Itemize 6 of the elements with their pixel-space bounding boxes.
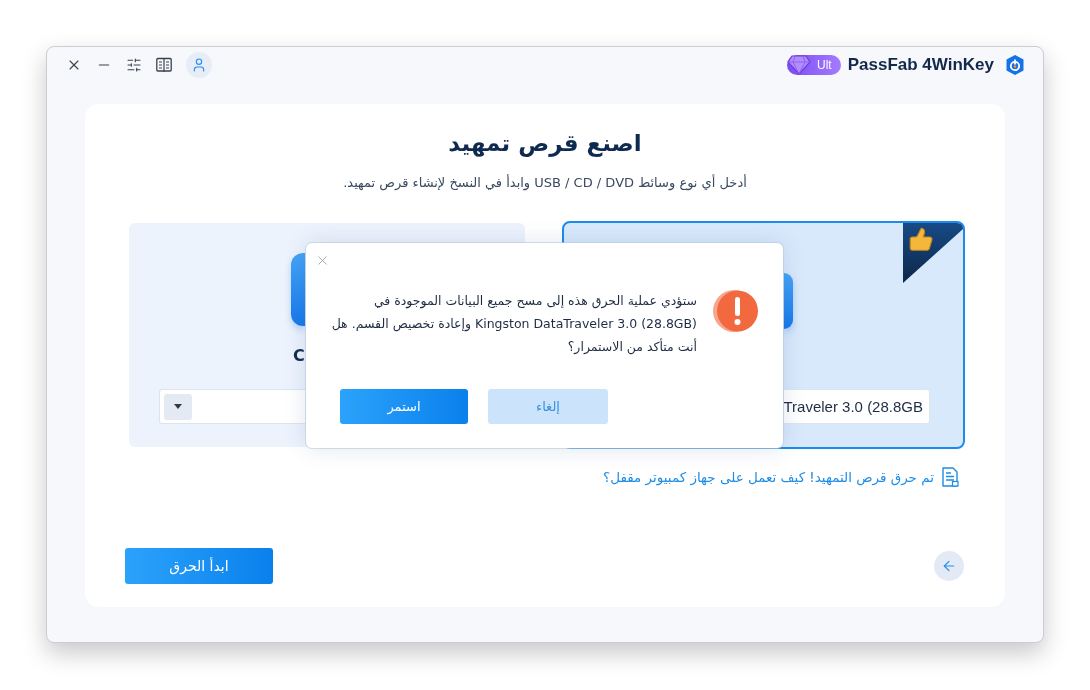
dialog-message: ستؤدي عملية الحرق هذه إلى مسح جميع البيانات الموجودة في Kingston DataTraveler 3.0 (28.8GB) وإعادة تخصيص القسم. هل أنت متأكد من الاستمرار؟: [330, 292, 697, 357]
media-label: C: [293, 346, 305, 366]
app-name: PassFab 4WinKey: [847, 55, 994, 75]
page-title: اصنع قرص تمهيد: [447, 129, 643, 159]
edition-label: Ult: [817, 58, 832, 72]
page-subtitle: أدخل أي نوع وسائط USB / CD / DVD وابدأ في النسخ لإنشاء قرص تمهيد.: [342, 173, 748, 193]
